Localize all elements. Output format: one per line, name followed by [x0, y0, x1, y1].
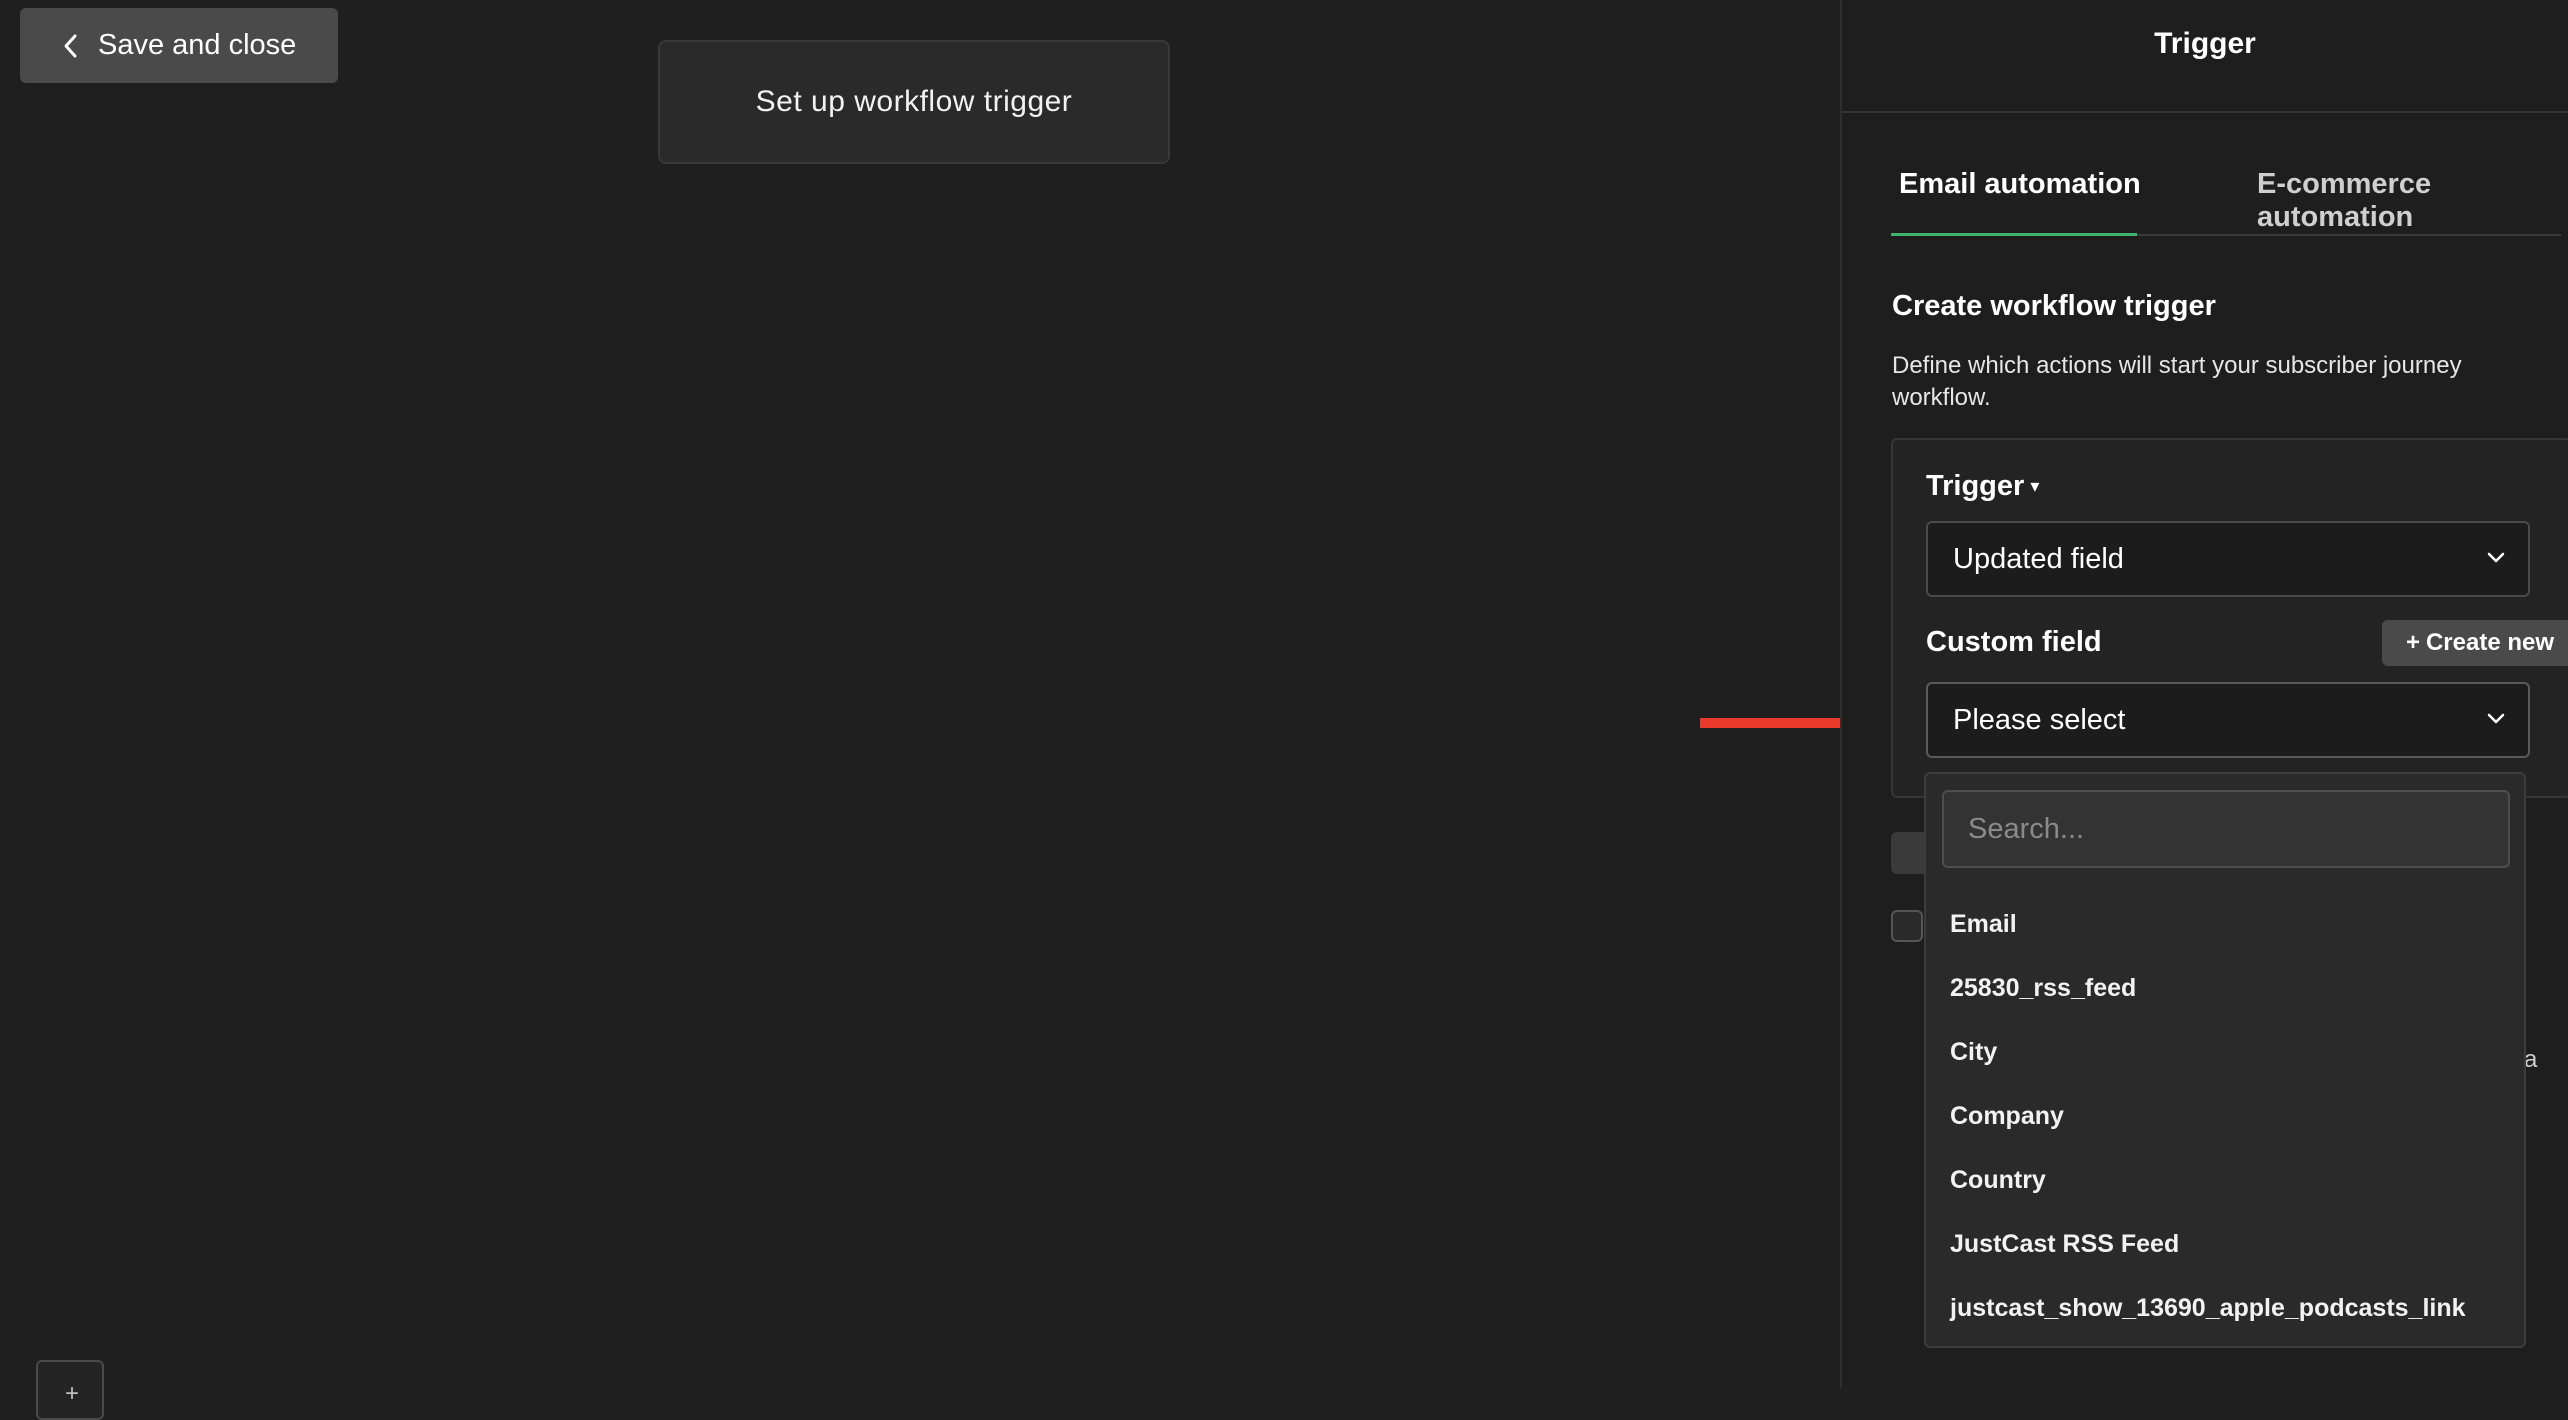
dropdown-option[interactable]: Country [1926, 1148, 2524, 1212]
panel-title: Trigger [2154, 26, 2256, 60]
section-title: Create workflow trigger [1892, 290, 2216, 322]
save-and-close-label: Save and close [98, 29, 297, 61]
option-checkbox[interactable] [1891, 910, 1923, 942]
create-new-button[interactable]: + Create new [2382, 620, 2568, 666]
dropdown-option[interactable]: 25830_rss_feed [1926, 956, 2524, 1020]
trigger-node-label: Set up workflow trigger [755, 85, 1073, 118]
tab-email-automation[interactable]: Email automation [1899, 168, 2141, 201]
dropdown-option[interactable]: City [1926, 1020, 2524, 1084]
trigger-type-select[interactable]: Updated field [1926, 521, 2530, 597]
dropdown-option[interactable]: Company [1926, 1084, 2524, 1148]
create-new-label: Create new [2425, 629, 2555, 656]
dropdown-option[interactable]: justcast_show_13690_apple_podcasts_link [1926, 1276, 2524, 1340]
workflow-canvas[interactable]: Save and close Set up workflow trigger + [0, 0, 1840, 1420]
custom-field-select[interactable]: Please select [1926, 682, 2530, 758]
trigger-type-value: Updated field [1953, 542, 2124, 575]
dropdown-options: Email 25830_rss_feed City Company Countr… [1926, 892, 2524, 1340]
dropdown-option[interactable]: Email [1926, 892, 2524, 956]
custom-field-value: Please select [1953, 703, 2126, 736]
save-and-close-button[interactable]: Save and close [20, 8, 338, 83]
active-tab-indicator [1891, 233, 2137, 236]
custom-field-dropdown[interactable]: Email 25830_rss_feed City Company Countr… [1924, 772, 2526, 1348]
plus-icon: + [2405, 629, 2420, 656]
chevron-down-icon [2487, 713, 2505, 724]
partial-text: a [2524, 1046, 2538, 1073]
tab-ecommerce-automation[interactable]: E-commerce automation [2257, 168, 2561, 234]
panel-header: Trigger [1842, 0, 2568, 113]
plus-icon: + [65, 1380, 80, 1407]
chevron-down-icon [2487, 552, 2505, 563]
dropdown-search[interactable] [1942, 790, 2510, 868]
workflow-trigger-node[interactable]: Set up workflow trigger [658, 40, 1170, 164]
trigger-label-text: Trigger [1926, 470, 2025, 502]
search-input[interactable] [1942, 790, 2510, 868]
chevron-left-icon [64, 34, 77, 57]
dropdown-option[interactable]: JustCast RSS Feed [1926, 1212, 2524, 1276]
caret-down-icon: ▾ [2030, 476, 2040, 496]
custom-field-label: Custom field [1926, 626, 2102, 658]
add-step-button[interactable]: + [36, 1360, 104, 1420]
trigger-label[interactable]: Trigger ▾ [1926, 470, 2039, 503]
automation-tabs: Email automation E-commerce automation [1891, 140, 2561, 236]
trigger-card: Trigger ▾ Updated field Custom field + Cr… [1891, 438, 2568, 798]
section-description: Define which actions will start your sub… [1892, 352, 2462, 411]
